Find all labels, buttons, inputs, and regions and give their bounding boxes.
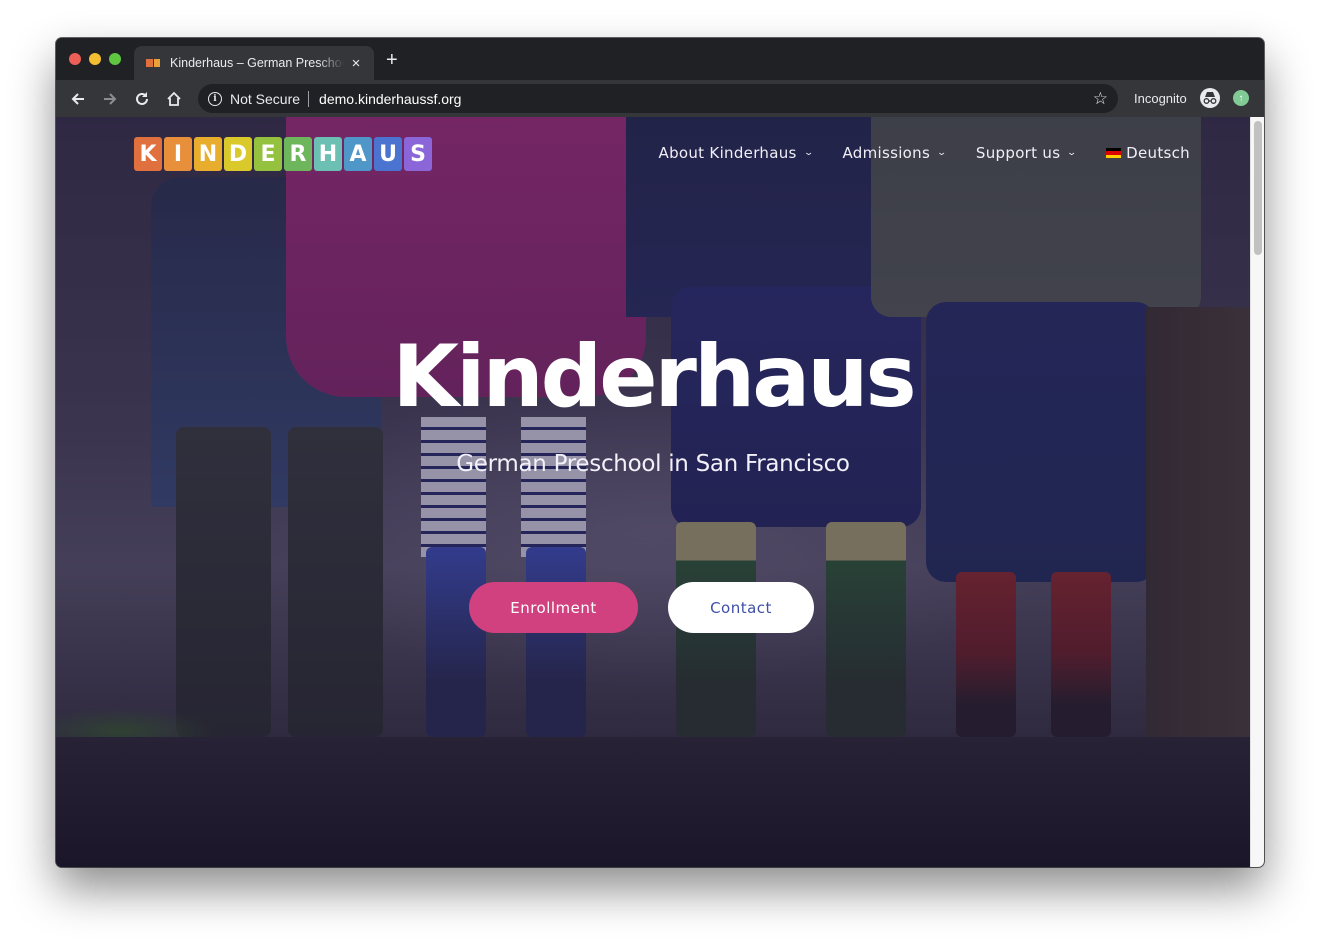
logo-letter-block: R [284, 137, 312, 171]
logo-letter-block: U [374, 137, 402, 171]
forward-button[interactable] [98, 87, 122, 111]
logo-letter-block: N [194, 137, 222, 171]
hero-subtitle: German Preschool in San Francisco [456, 451, 850, 477]
chrome-update-icon[interactable]: ↑ [1233, 90, 1249, 106]
logo-letter-block: A [344, 137, 372, 171]
tab-strip: Kinderhaus – German Preschool in San Fra… [56, 38, 1264, 80]
logo-letter-block: E [254, 137, 282, 171]
minimize-window-button[interactable] [89, 53, 101, 65]
page-scrollbar[interactable] [1250, 117, 1264, 867]
logo-letter-block: I [164, 137, 192, 171]
logo-letter-block: D [224, 137, 252, 171]
hero-title: Kinderhaus [392, 327, 916, 427]
nav-item-about[interactable]: About Kinderhaus ⌄ [658, 144, 815, 162]
hero-overlay [56, 117, 1250, 867]
nav-item-label: Deutsch [1126, 144, 1190, 162]
info-icon[interactable]: i [208, 91, 222, 106]
tab-title: Kinderhaus – German Preschool in San Fra… [170, 56, 344, 70]
incognito-icon[interactable] [1200, 88, 1220, 108]
arrow-left-icon [71, 93, 84, 105]
back-button[interactable] [66, 87, 90, 111]
chevron-down-icon: ⌄ [1066, 148, 1078, 158]
kinderhaus-logo[interactable]: KINDERHAUS [134, 137, 432, 171]
home-button[interactable] [162, 87, 186, 111]
close-window-button[interactable] [69, 53, 81, 65]
arrow-right-icon [104, 93, 117, 105]
browser-tab[interactable]: Kinderhaus – German Preschool in San Fra… [134, 46, 374, 80]
new-tab-button[interactable]: + [386, 50, 398, 70]
kinderhaus-favicon-icon [146, 59, 160, 67]
tab-close-icon[interactable]: × [348, 55, 364, 72]
chevron-down-icon: ⌄ [803, 148, 815, 158]
nav-item-label: Support us [975, 144, 1061, 162]
reload-button[interactable] [130, 87, 154, 111]
bookmark-star-icon[interactable]: ☆ [1093, 89, 1108, 109]
security-status[interactable]: Not Secure [230, 91, 300, 107]
reload-icon [136, 92, 148, 105]
logo-letter-block: S [404, 137, 432, 171]
scrollbar-thumb[interactable] [1254, 121, 1262, 255]
logo-letter-block: H [314, 137, 342, 171]
site-navigation: About Kinderhaus ⌄ Admissions ⌄ Support … [659, 144, 1190, 162]
chevron-down-icon: ⌄ [936, 148, 948, 158]
german-flag-icon [1106, 148, 1122, 158]
page-viewport: KINDERHAUS About Kinderhaus ⌄ Admissions… [56, 117, 1250, 867]
nav-item-label: Admissions [842, 144, 931, 162]
enrollment-button[interactable]: Enrollment [469, 582, 638, 633]
contact-button[interactable]: Contact [668, 582, 814, 633]
browser-window: Kinderhaus – German Preschool in San Fra… [56, 38, 1264, 867]
maximize-window-button[interactable] [109, 53, 121, 65]
address-bar[interactable]: i Not Secure demo.kinderhaussf.org ☆ [198, 84, 1118, 113]
url-text[interactable]: demo.kinderhaussf.org [319, 91, 461, 107]
incognito-label: Incognito [1134, 91, 1187, 106]
logo-letter-block: K [134, 137, 162, 171]
nav-item-language[interactable]: Deutsch [1106, 144, 1190, 162]
nav-item-support[interactable]: Support us ⌄ [975, 144, 1078, 162]
incognito-glyph-icon [1203, 92, 1217, 104]
browser-toolbar: i Not Secure demo.kinderhaussf.org ☆ Inc… [56, 80, 1264, 117]
nav-item-label: About Kinderhaus [658, 144, 797, 162]
nav-item-admissions[interactable]: Admissions ⌄ [842, 144, 948, 162]
address-separator [308, 90, 310, 107]
home-icon [167, 91, 181, 106]
